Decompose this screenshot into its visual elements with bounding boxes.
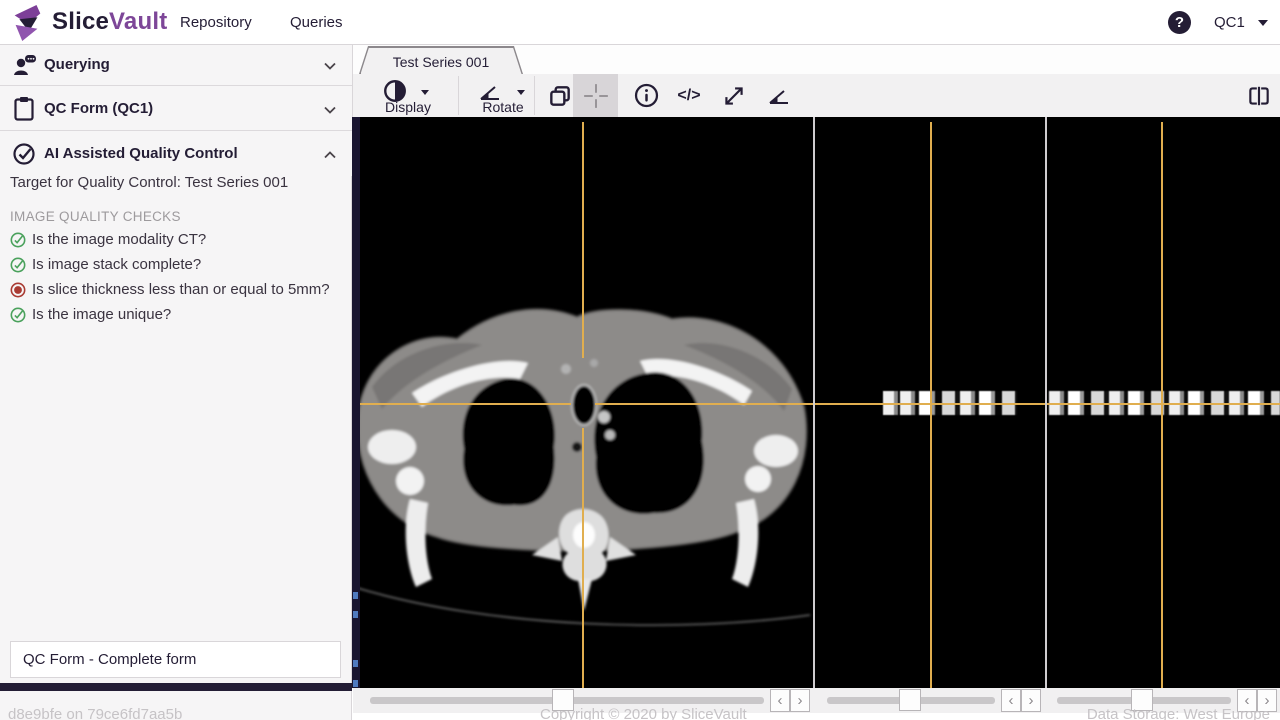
qc-check-row: Is image stack complete?: [10, 254, 345, 279]
qc-target-text: Target for Quality Control: Test Series …: [10, 174, 289, 191]
chevron-down-icon: [421, 90, 429, 95]
qc-check-label: Is slice thickness less than or equal to…: [32, 281, 330, 298]
duplicate-icon: [550, 85, 570, 106]
rotate-dropdown-button[interactable]: Rotate: [465, 74, 541, 117]
code-view-button[interactable]: </>: [668, 74, 710, 117]
overlay-text-fragment: [353, 680, 358, 687]
crosshair-horizontal-line[interactable]: [352, 403, 571, 405]
scroll-next-button[interactable]: ›: [790, 689, 810, 712]
angle-icon: [769, 89, 788, 104]
viewport-overlay-edge: [352, 117, 360, 688]
scroll-prev-button[interactable]: ‹: [770, 689, 790, 712]
check-pass-icon: [10, 307, 26, 323]
sidebar-section-label: Querying: [44, 56, 110, 73]
crosshair-horizontal-line[interactable]: [595, 403, 813, 405]
crosshair-horizontal-line[interactable]: [1047, 403, 1280, 405]
crosshair-tool-button[interactable]: [573, 74, 618, 117]
info-button[interactable]: [625, 74, 667, 117]
split-panel-button[interactable]: [1239, 74, 1279, 117]
crosshair-vertical-line[interactable]: [582, 122, 584, 358]
qc-check-row: Is slice thickness less than or equal to…: [10, 279, 345, 304]
sidebar-bottom-bar: [0, 683, 352, 691]
image-viewer: [352, 117, 1280, 688]
brand-title: SliceVault: [52, 8, 167, 36]
brand-vault: Vault: [109, 8, 168, 35]
qc-check-label: Is the image modality CT?: [32, 231, 207, 248]
chevron-down-icon: [324, 62, 336, 70]
sidebar-section-ai-qc[interactable]: AI Assisted Quality Control: [0, 131, 352, 176]
help-icon[interactable]: ?: [1168, 11, 1191, 34]
info-icon: [634, 83, 658, 108]
sidebar-section-label: QC Form (QC1): [44, 100, 154, 117]
user-menu[interactable]: QC1: [1214, 0, 1269, 45]
check-circle-icon: [13, 143, 35, 165]
sidebar-section-qc-form[interactable]: QC Form (QC1): [0, 86, 352, 131]
rotate-label: Rotate: [482, 99, 524, 115]
tab-test-series[interactable]: Test Series 001: [359, 46, 523, 74]
crosshair-horizontal-line[interactable]: [815, 403, 1045, 405]
nav-repository[interactable]: Repository: [180, 0, 252, 45]
split-view-icon: [1249, 86, 1269, 105]
overlay-text-fragment: [353, 660, 358, 667]
scroll-next-button[interactable]: ›: [1021, 689, 1041, 712]
crosshair-vertical-line[interactable]: [1161, 122, 1163, 688]
viewer-toolbar: Display Rotate </>: [352, 74, 1280, 117]
slicevault-app: SliceVault Repository Queries ? QC1 Quer…: [0, 0, 1280, 720]
viewport-mpr-coronal[interactable]: [815, 117, 1045, 688]
qc-check-label: Is image stack complete?: [32, 256, 202, 273]
code-icon: </>: [677, 86, 701, 104]
tab-label: Test Series 001: [360, 47, 522, 74]
scroll-thumb[interactable]: [899, 689, 921, 711]
check-fail-icon: [10, 282, 26, 298]
overlay-text-fragment: [353, 611, 358, 618]
tab-strip: Test Series 001: [352, 45, 1280, 74]
qc-check-row: Is the image unique?: [10, 304, 345, 329]
chevron-down-icon: [324, 106, 336, 114]
qc-form-complete-button[interactable]: QC Form - Complete form: [10, 641, 341, 678]
user-menu-label: QC1: [1214, 14, 1245, 31]
scroll-prev-button[interactable]: ‹: [1001, 689, 1021, 712]
checks-heading: IMAGE QUALITY CHECKS: [10, 209, 181, 224]
sidebar-section-querying[interactable]: Querying: [0, 45, 352, 86]
expand-icon: [725, 86, 743, 105]
overlay-text-fragment: [353, 592, 358, 599]
slicevault-logo-icon: [14, 4, 41, 42]
check-pass-icon: [10, 257, 26, 273]
check-pass-icon: [10, 232, 26, 248]
qc-check-label: Is the image unique?: [32, 306, 172, 323]
copyright-text: Copyright © 2020 by SliceVault: [540, 706, 747, 720]
crosshair-vertical-line[interactable]: [582, 428, 584, 688]
build-info-text: d8e9bfe on 79ce6fd7aa5b: [8, 706, 183, 720]
clipboard-icon: [14, 97, 34, 121]
chevron-up-icon: [324, 151, 336, 159]
fullscreen-button[interactable]: [713, 74, 755, 117]
angle-tool-button[interactable]: [758, 74, 800, 117]
chevron-down-icon: [517, 90, 525, 95]
viewport-mpr-sagittal[interactable]: [1047, 117, 1280, 688]
viewport-axial[interactable]: [352, 117, 813, 688]
chevron-down-icon: [1258, 19, 1269, 26]
display-label: Display: [385, 99, 431, 115]
crosshair-icon: [583, 83, 608, 108]
crosshair-vertical-line[interactable]: [930, 122, 932, 688]
display-dropdown-button[interactable]: Display: [369, 74, 447, 117]
toolbar-separator: [458, 76, 459, 115]
person-chat-icon: [14, 55, 36, 75]
sidebar-section-label: AI Assisted Quality Control: [44, 145, 238, 162]
sidebar: Querying QC Form (QC1) AI Assisted Quali…: [0, 45, 352, 720]
slice-scrollbar: ‹ ›: [817, 688, 1043, 713]
nav-queries[interactable]: Queries: [290, 0, 343, 45]
toolbar-separator: [534, 76, 535, 115]
data-storage-text: Data Storage: West Europe: [1086, 706, 1270, 720]
brand-slice: Slice: [52, 8, 110, 35]
top-navbar: SliceVault Repository Queries ? QC1: [0, 0, 1280, 45]
qc-check-row: Is the image modality CT?: [10, 229, 345, 254]
